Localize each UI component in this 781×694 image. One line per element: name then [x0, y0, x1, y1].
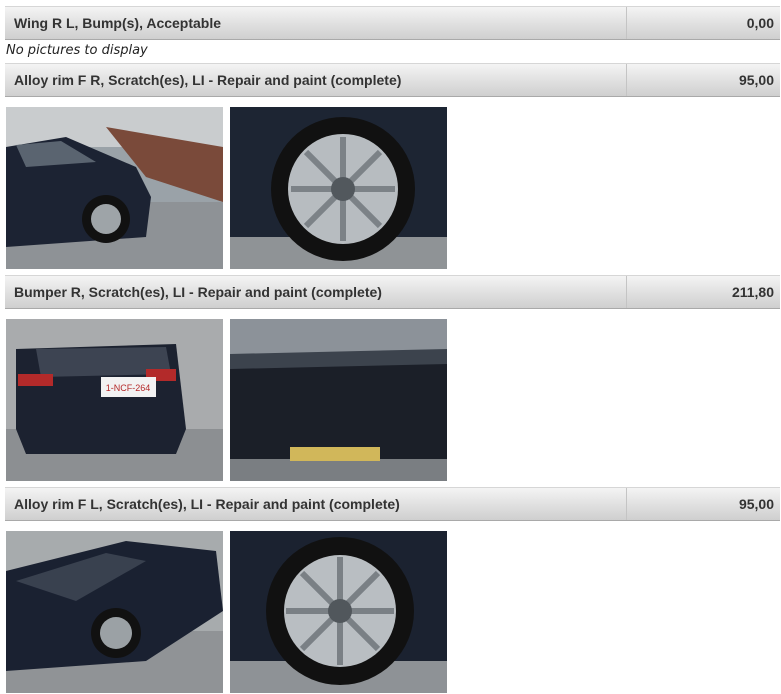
damage-row: Alloy rim F R, Scratch(es), LI - Repair …	[5, 63, 780, 97]
no-pictures-message: No pictures to display	[6, 43, 148, 58]
damage-photo[interactable]	[6, 531, 223, 693]
wheel-photo-icon	[230, 107, 447, 269]
car-side-photo-icon	[6, 107, 223, 269]
damage-description: Bumper R, Scratch(es), LI - Repair and p…	[14, 284, 382, 300]
damage-row: Bumper R, Scratch(es), LI - Repair and p…	[5, 275, 780, 309]
damage-photo[interactable]	[6, 107, 223, 269]
damage-description: Alloy rim F L, Scratch(es), LI - Repair …	[14, 496, 400, 512]
column-divider	[626, 7, 627, 39]
column-divider	[626, 488, 627, 520]
damage-row: Alloy rim F L, Scratch(es), LI - Repair …	[5, 487, 780, 521]
damage-row: Wing R L, Bump(s), Acceptable 0,00	[5, 6, 780, 40]
column-divider	[626, 64, 627, 96]
wheel-photo-icon	[230, 531, 447, 693]
damage-photo[interactable]: 1-NCF-264	[6, 319, 223, 481]
column-divider	[626, 276, 627, 308]
damage-price: 95,00	[738, 496, 774, 512]
damage-description: Alloy rim F R, Scratch(es), LI - Repair …	[14, 72, 402, 88]
license-plate: 1-NCF-264	[106, 383, 151, 393]
damage-price: 0,00	[746, 15, 774, 31]
damage-photo[interactable]	[230, 107, 447, 269]
damage-price: 211,80	[731, 284, 774, 300]
bumper-scratch-photo-icon	[230, 319, 447, 481]
damage-photo[interactable]	[230, 531, 447, 693]
damage-price: 95,00	[738, 72, 774, 88]
car-front-side-photo-icon	[6, 531, 223, 693]
damage-photo[interactable]	[230, 319, 447, 481]
damage-description: Wing R L, Bump(s), Acceptable	[14, 15, 222, 31]
car-rear-photo-icon: 1-NCF-264	[6, 319, 223, 481]
